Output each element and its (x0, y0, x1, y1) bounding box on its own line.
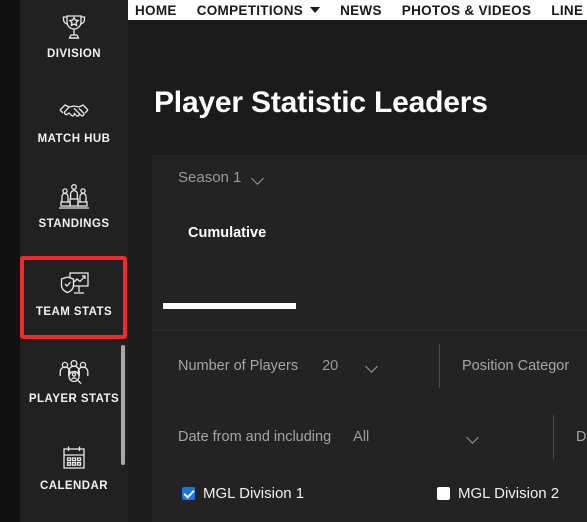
filter-value: 20 (322, 358, 339, 374)
season-row: Season 1 (152, 155, 587, 211)
sidebar-scrollbar[interactable] (121, 345, 125, 465)
sidebar-item-standings[interactable]: STANDINGS (20, 170, 128, 242)
sidebar-item-label: DIVISION (46, 48, 102, 60)
sidebar-item-label: MATCH HUB (37, 133, 111, 145)
filter-label: Date from and including (178, 428, 332, 445)
checkbox-mgl-division-2[interactable]: MGL Division 2 (437, 485, 559, 502)
app-root: DIVISION MATCH HUB STANDINGS TEAM STATS … (0, 0, 587, 522)
nav-link-label: LINE (551, 2, 584, 18)
checkbox-unchecked-icon[interactable] (437, 486, 450, 500)
filter-row-2: Date from and including All D (152, 401, 587, 471)
checkbox-label: MGL Division 2 (458, 484, 560, 502)
sidebar-item-match-hub[interactable]: MATCH HUB (20, 85, 128, 157)
shield-chart-icon (57, 270, 91, 300)
filter-number-of-players[interactable]: Number of Players 20 (178, 358, 379, 374)
nav-link-label: PHOTOS & VIDEOS (401, 2, 532, 18)
sidebar-item-player-stats[interactable]: PLAYER STATS (20, 345, 128, 417)
stats-panel: Season 1 Cumulative Number of Players 20 (152, 155, 587, 522)
filters-section: Number of Players 20 Position Categor Da… (152, 331, 587, 471)
sidebar-nav-list: DIVISION MATCH HUB STANDINGS TEAM STATS … (20, 0, 128, 522)
filter-label: D (576, 428, 587, 445)
nav-link-photos-videos[interactable]: PHOTOS & VIDEOS (402, 3, 532, 18)
chevron-down-icon (310, 7, 321, 13)
main-content: Player Statistic Leaders Season 1 Cumula… (128, 20, 587, 522)
season-selector-value: Season 1 (178, 169, 242, 186)
active-tab-indicator (163, 303, 296, 309)
nav-link-label: COMPETITIONS (196, 2, 304, 18)
nav-link-news[interactable]: NEWS (340, 3, 382, 18)
filter-date-to[interactable]: D (576, 429, 586, 445)
filter-date-from[interactable]: Date from and including All (178, 429, 480, 445)
left-sidebar: DIVISION MATCH HUB STANDINGS TEAM STATS … (0, 0, 128, 522)
checkbox-label: MGL Division 1 (203, 484, 305, 502)
nav-link-home[interactable]: HOME (135, 3, 177, 18)
handshake-icon (57, 97, 91, 127)
filter-value: All (353, 428, 370, 445)
sidebar-item-label: CALENDAR (39, 480, 109, 492)
filter-label: Number of Players (178, 358, 299, 374)
podium-people-icon (57, 182, 91, 212)
filter-divider (553, 415, 554, 459)
nav-link-competitions[interactable]: COMPETITIONS (196, 2, 321, 18)
checkbox-checked-icon[interactable] (182, 486, 195, 500)
trophy-icon (57, 12, 91, 42)
sidebar-item-team-stats[interactable]: TEAM STATS (20, 258, 128, 330)
filter-row-1: Number of Players 20 Position Categor (152, 331, 587, 401)
sidebar-item-label: PLAYER STATS (28, 393, 120, 405)
calendar-icon (57, 444, 91, 474)
sidebar-item-label: TEAM STATS (35, 306, 113, 318)
sidebar-item-label: STANDINGS (38, 218, 110, 230)
top-navigation-bar: HOME COMPETITIONS NEWS PHOTOS & VIDEOS L… (128, 0, 587, 20)
sidebar-item-calendar[interactable]: CALENDAR (20, 432, 128, 504)
filter-divider (439, 344, 440, 388)
page-title: Player Statistic Leaders (154, 86, 488, 119)
chevron-down-icon (467, 433, 480, 441)
division-checkbox-row: MGL Division 1 MGL Division 2 (152, 471, 587, 515)
tab-bar: Cumulative (152, 211, 587, 268)
sidebar-item-division[interactable]: DIVISION (20, 0, 128, 72)
filter-label: Position Categor (462, 358, 570, 374)
chevron-down-icon (366, 362, 379, 370)
people-search-icon (57, 357, 91, 387)
checkbox-mgl-division-1[interactable]: MGL Division 1 (182, 485, 304, 502)
filter-position-category[interactable]: Position Categor (462, 358, 569, 374)
season-selector[interactable]: Season 1 (178, 169, 265, 186)
nav-link-lineups[interactable]: LINE (551, 3, 583, 18)
nav-link-label: NEWS (340, 2, 382, 18)
nav-link-label: HOME (135, 2, 177, 18)
chevron-down-icon (252, 174, 265, 182)
tab-cumulative[interactable]: Cumulative (188, 225, 266, 241)
